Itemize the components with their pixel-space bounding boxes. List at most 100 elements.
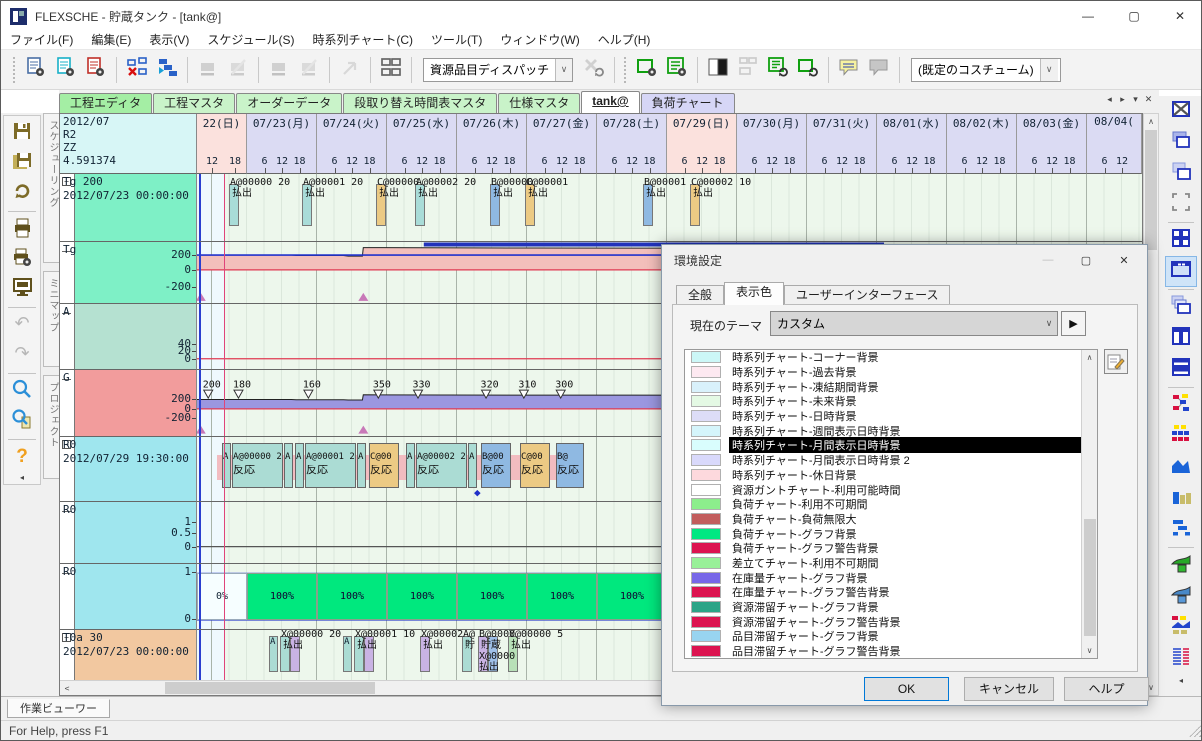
chart-settings-button[interactable]: [52, 56, 80, 84]
print-setup-button[interactable]: [6, 245, 38, 274]
row-tg-stock-graph-label[interactable]: Tg2000-200: [60, 242, 197, 304]
maximize-button[interactable]: ▢: [1111, 1, 1157, 31]
process-editor-view-button[interactable]: [1165, 390, 1197, 421]
ok-button[interactable]: OK: [864, 677, 949, 701]
minimize-button[interactable]: —: [1065, 1, 1111, 31]
resize-grip[interactable]: [1189, 725, 1201, 737]
chart-row-settings-button[interactable]: [633, 56, 661, 84]
tab-工程エディタ[interactable]: 工程エディタ: [59, 93, 152, 113]
dialog-maximize-button[interactable]: ▢: [1067, 245, 1105, 275]
split-horizontal-button[interactable]: [1165, 354, 1197, 385]
close-button[interactable]: ✕: [1157, 1, 1202, 31]
color-list-item[interactable]: 時系列チャート-過去背景: [685, 365, 1097, 380]
color-list-item[interactable]: 時系列チャート-未来背景: [685, 394, 1097, 409]
operation-block[interactable]: A@00001 2反応: [305, 443, 356, 488]
costume-select[interactable]: (既定のコスチューム)∨: [911, 58, 1061, 82]
menu-item-6[interactable]: ウィンドウ(W): [491, 31, 588, 50]
cancel-button[interactable]: キャンセル: [964, 677, 1054, 701]
stack-windows-button[interactable]: [1165, 292, 1197, 323]
help-button[interactable]: ヘルプ: [1064, 677, 1149, 701]
data-settings-button[interactable]: [82, 56, 110, 84]
dialog-tab-全般[interactable]: 全般: [676, 285, 724, 305]
operation-bar[interactable]: A: [269, 636, 278, 672]
right-toolbar-collapse-arrow[interactable]: ◂: [1179, 676, 1183, 685]
dispatch-view-button[interactable]: [1165, 421, 1197, 452]
maximize-layout-button[interactable]: [1165, 256, 1197, 287]
chevron-down-icon[interactable]: ∨: [555, 59, 572, 81]
hide-notes-button[interactable]: [865, 56, 893, 84]
menu-item-2[interactable]: 表示(V): [140, 31, 198, 50]
refresh-tree-button[interactable]: [764, 56, 792, 84]
theme-select[interactable]: カスタム ∨: [770, 311, 1058, 336]
color-list-item[interactable]: 負荷チャート-負荷無限大: [685, 512, 1097, 527]
row-r0-operations-label[interactable]: −R0 2012/07/29 19:30:00: [60, 437, 197, 502]
operation-block[interactable]: A@00000 2反応: [232, 443, 283, 488]
dispatch-rule-select[interactable]: 資源品目ディスパッチ∨: [423, 58, 573, 82]
scroll-up-arrow[interactable]: ∧: [1144, 114, 1158, 129]
gantt-view-button[interactable]: [1165, 514, 1197, 545]
color-list-item[interactable]: 資源滞留チャート-グラフ警告背景: [685, 614, 1097, 629]
timeseries-view-button[interactable]: [1165, 452, 1197, 483]
tab-段取り替え時間表マスタ[interactable]: 段取り替え時間表マスタ: [343, 93, 497, 113]
order-list-view-button[interactable]: [1165, 643, 1197, 674]
print-preview-button[interactable]: [6, 275, 38, 304]
color-list-item[interactable]: 時系列チャート-凍結期間背景: [685, 379, 1097, 394]
chevron-down-icon[interactable]: ∨: [1040, 59, 1058, 81]
color-list-item[interactable]: 時系列チャート-月間表示日時背景 2: [685, 453, 1097, 468]
row-r0-load-graph-1-label[interactable]: R010.50: [60, 502, 197, 564]
redo-button[interactable]: ↷: [6, 341, 38, 370]
tab-オーダーデータ[interactable]: オーダーデータ: [236, 93, 342, 113]
zoom-button[interactable]: [6, 377, 38, 406]
refresh-row-button[interactable]: [794, 56, 822, 84]
tab-nav-0[interactable]: ◂: [1103, 92, 1116, 106]
tile-windows-button[interactable]: [1165, 225, 1197, 256]
print-button[interactable]: [6, 215, 38, 244]
help-button[interactable]: ?: [6, 443, 38, 472]
reschedule-button[interactable]: [6, 179, 38, 208]
color-list-scrollbar[interactable]: ∧ ∨: [1081, 350, 1097, 658]
color-list-item[interactable]: 在庫量チャート-グラフ警告背景: [685, 585, 1097, 600]
save-button[interactable]: [6, 119, 38, 148]
load-chart2-view-button[interactable]: [1165, 581, 1197, 612]
tab-tank@[interactable]: tank@: [581, 91, 639, 113]
row-t0a-operations-label[interactable]: −T0a 30 2012/07/23 00:00:00: [60, 630, 197, 682]
resource-chart-view-button[interactable]: [1165, 483, 1197, 514]
list-scroll-up[interactable]: ∧: [1082, 350, 1097, 365]
operation-block[interactable]: A: [295, 443, 304, 488]
color-list-item[interactable]: 資源滞留チャート-グラフ背景: [685, 600, 1097, 615]
color-list-item[interactable]: 負荷チャート-グラフ背景: [685, 526, 1097, 541]
tab-nav-1[interactable]: ▸: [1116, 92, 1129, 106]
dispatch-layout-button[interactable]: [377, 56, 405, 84]
operation-block[interactable]: B@00反応: [481, 443, 511, 488]
row-tg200-operations[interactable]: A@00000 20払出A@00001 20払出C@00000払出A@00002…: [197, 174, 1142, 242]
split-vertical-button[interactable]: [1165, 323, 1197, 354]
schedule-forward-button[interactable]: [194, 56, 222, 84]
sidebar-collapse-arrow[interactable]: ◂: [4, 473, 40, 482]
row-g-stock-graph-label[interactable]: G2000-200: [60, 370, 197, 437]
color-list-item[interactable]: 時系列チャート-週間表示日時背景: [685, 423, 1097, 438]
edit-color-button[interactable]: [1104, 349, 1128, 374]
schedule-forward-cancel-button[interactable]: [224, 56, 252, 84]
operation-block[interactable]: B@反応: [556, 443, 584, 488]
color-list-item[interactable]: 負荷チャート-グラフ警告背景: [685, 541, 1097, 556]
operation-block[interactable]: C@00反応: [369, 443, 399, 488]
tab-工程マスタ[interactable]: 工程マスタ: [153, 93, 235, 113]
undo-button[interactable]: ↶: [6, 311, 38, 340]
operation-block[interactable]: A: [284, 443, 293, 488]
activate-window-button[interactable]: [1165, 127, 1197, 158]
dialog-tab-ユーザーインターフェース[interactable]: ユーザーインターフェース: [784, 285, 950, 305]
tab-仕様マスタ[interactable]: 仕様マスタ: [498, 93, 580, 113]
dialog-close-button[interactable]: ✕: [1105, 245, 1143, 275]
color-list-item[interactable]: 時系列チャート-日時背景: [685, 409, 1097, 424]
menu-item-0[interactable]: ファイル(F): [1, 31, 82, 50]
menu-item-4[interactable]: 時系列チャート(C): [304, 31, 423, 50]
dialog-tab-表示色[interactable]: 表示色: [724, 282, 784, 305]
tile-charts-button[interactable]: [734, 56, 762, 84]
list-scroll-down[interactable]: ∨: [1082, 643, 1097, 658]
scroll-left-arrow[interactable]: <: [60, 681, 74, 695]
color-list-item[interactable]: 品目滞留チャート-グラフ背景: [685, 629, 1097, 644]
tab-nav-3[interactable]: ✕: [1142, 92, 1155, 106]
close-all-windows-button[interactable]: [1165, 96, 1197, 127]
zoom-fit-button[interactable]: [6, 407, 38, 436]
operation-block[interactable]: A: [406, 443, 415, 488]
